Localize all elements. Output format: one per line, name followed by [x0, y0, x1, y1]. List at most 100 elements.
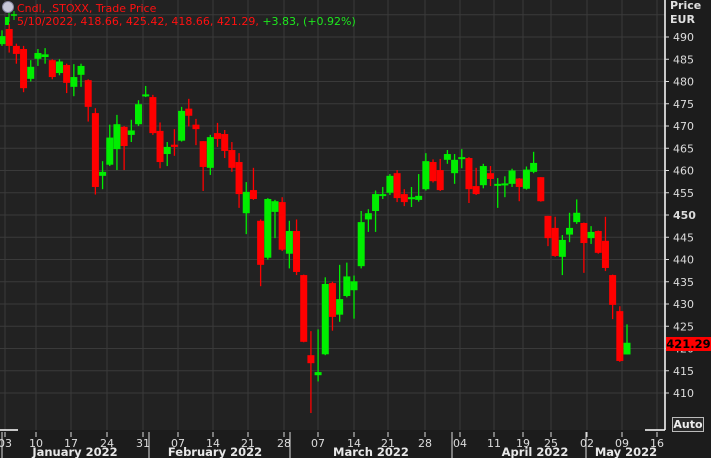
candle-up: [587, 231, 595, 239]
clock-icon: [2, 1, 14, 13]
candle-up: [458, 157, 466, 160]
auto-scale-button[interactable]: Auto: [672, 417, 704, 432]
candle-up: [27, 66, 35, 79]
y-tick-label: 410: [673, 387, 694, 400]
candle-down: [278, 202, 286, 250]
candle-up: [264, 198, 272, 258]
month-label: January 2022: [31, 445, 117, 458]
candle-up: [134, 104, 142, 125]
candle-down: [551, 227, 559, 256]
candle-up: [178, 110, 186, 141]
candle-up: [530, 162, 538, 172]
candle-down: [537, 177, 545, 202]
candle-up: [99, 171, 107, 176]
x-tick-label: 07: [311, 437, 325, 450]
candle-up: [321, 283, 329, 355]
candle-down: [249, 190, 257, 199]
candle-up: [163, 146, 171, 155]
candle-up: [558, 239, 566, 257]
candle-down: [235, 162, 243, 195]
candle-up: [70, 77, 78, 87]
y-tick-label: 435: [673, 276, 694, 289]
candle-down: [393, 173, 401, 199]
y-tick-label: 445: [673, 231, 694, 244]
candle-up: [314, 372, 322, 376]
candle-up: [271, 201, 279, 212]
candle-down: [300, 275, 308, 342]
candle-up: [0, 36, 6, 45]
y-tick-label: 485: [673, 53, 694, 66]
candle-up: [206, 137, 214, 168]
y-tick-label: 455: [673, 187, 694, 200]
candle-up: [379, 194, 387, 197]
candle-up: [415, 195, 423, 200]
candle-up: [443, 154, 451, 160]
candle-down: [580, 223, 588, 244]
candle-down: [20, 49, 28, 89]
x-tick-label: 28: [277, 437, 291, 450]
candle-up: [372, 194, 380, 211]
legend-title: Cndl, .STOXX, Trade Price: [17, 2, 157, 15]
candle-up: [566, 227, 574, 235]
candle-down: [84, 80, 92, 107]
candle-down: [120, 126, 128, 147]
y-tick-label: 440: [673, 254, 694, 267]
y-tick-label: 475: [673, 98, 694, 111]
x-tick-label: 11: [487, 437, 501, 450]
x-tick-label: 02: [580, 437, 594, 450]
candle-down: [487, 173, 495, 179]
candle-up: [623, 342, 631, 355]
legend-candle-icon: [5, 17, 9, 25]
candle-up: [113, 124, 121, 150]
candle-up: [508, 170, 516, 184]
candle-down: [515, 178, 523, 187]
candle-down: [400, 194, 408, 203]
candle-down: [465, 158, 473, 190]
candle-up: [357, 222, 365, 267]
x-tick-label: 04: [453, 437, 467, 450]
candle-up: [343, 276, 351, 296]
candle-up: [386, 175, 394, 193]
candle-up: [522, 169, 530, 189]
candle-down: [307, 355, 315, 364]
y-tick-label: 490: [673, 31, 694, 44]
candle-down: [616, 311, 624, 361]
candlestick-chart: 0310172431071421280714212804111925020916…: [0, 0, 696, 458]
candle-down: [328, 283, 336, 317]
legend-change: +3.83, (+0.92%): [262, 15, 356, 28]
candle-up: [34, 53, 42, 59]
candle-up: [350, 281, 358, 291]
candle-up: [77, 65, 85, 75]
candle-down: [5, 28, 13, 46]
candle-down: [594, 231, 602, 253]
candle-up: [55, 61, 63, 74]
legend-values: 5/10/2022, 418.66, 425.42, 418.66, 421.2…: [17, 15, 356, 28]
legend-ohlc: 5/10/2022, 418.66, 425.42, 418.66, 421.2…: [17, 15, 259, 28]
y-axis-unit: EUR: [670, 13, 695, 26]
candle-down: [12, 45, 20, 54]
candle-down: [436, 170, 444, 191]
candle-down: [214, 133, 222, 139]
candle-down: [601, 240, 609, 268]
candle-up: [451, 159, 459, 174]
candle-down: [63, 65, 71, 83]
month-label: May 2022: [595, 445, 657, 458]
candle-up: [407, 197, 415, 200]
candle-down: [257, 220, 265, 265]
y-tick-label: 450: [673, 209, 696, 222]
x-tick-label: 28: [418, 437, 432, 450]
candle-down: [199, 141, 207, 167]
y-tick-label: 430: [673, 298, 694, 311]
candle-up: [41, 54, 49, 58]
candle-down: [149, 97, 157, 134]
y-tick-label: 480: [673, 76, 694, 89]
month-label: February 2022: [168, 445, 262, 458]
candle-up: [336, 299, 344, 315]
candle-up: [142, 94, 150, 97]
candle-down: [48, 60, 56, 78]
month-label: April 2022: [502, 445, 569, 458]
month-label: March 2022: [333, 445, 409, 458]
candle-up: [106, 137, 114, 165]
candle-up: [573, 212, 581, 223]
y-axis-title: Price: [670, 0, 702, 12]
